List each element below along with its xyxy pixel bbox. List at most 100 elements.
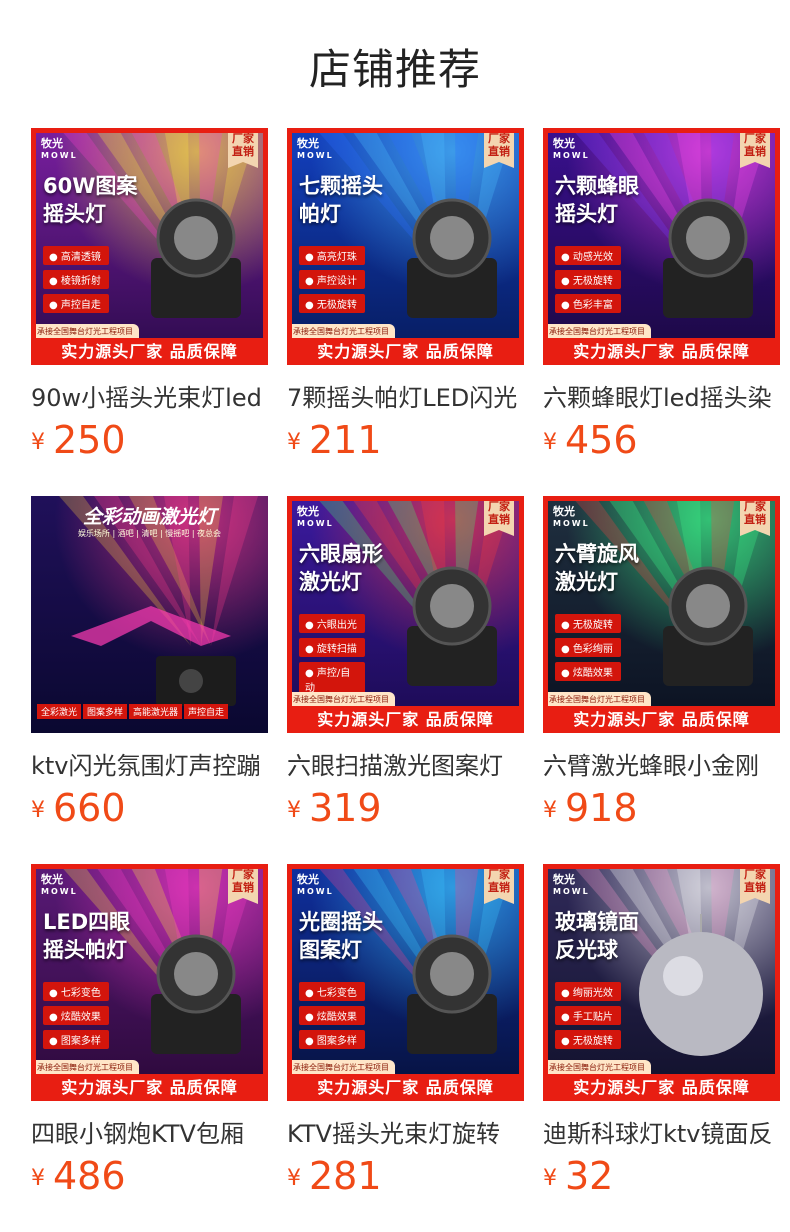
image-footer-bar: 实力源头厂家 品质保障 xyxy=(543,338,780,365)
currency-symbol: ¥ xyxy=(287,798,301,823)
brand-en: MOWL xyxy=(553,519,590,528)
brand-cn: 牧光 xyxy=(553,137,575,150)
product-image[interactable]: 牧光 MOWL 厂家 直销 六臂旋风 激光灯 ● 无极旋转 ● 色彩绚丽 ● 炫酷效果 承接全国舞… xyxy=(543,496,780,733)
feature-tag: ● 声控自走 xyxy=(43,294,109,313)
product-card[interactable]: 牧光 MOWL 厂家 直销 六眼扇形 激光灯 ● 六眼出光 ● 旋转扫描 ● 声控/自动 承接全国… xyxy=(287,496,524,830)
image-footer-note: 承接全国舞台灯光工程项目 xyxy=(543,324,651,338)
brand-logo: 牧光 MOWL xyxy=(553,138,590,162)
product-name[interactable]: 7颗摇头帕灯LED闪光 xyxy=(287,378,524,414)
product-name[interactable]: 迪斯科球灯ktv镜面反 xyxy=(543,1114,780,1150)
product-price: ¥281 xyxy=(287,1154,382,1198)
product-price: ¥250 xyxy=(31,418,126,462)
feature-tag: ● 炫酷效果 xyxy=(299,1006,365,1025)
price-value: 32 xyxy=(565,1154,614,1198)
image-footer-note: 承接全国舞台灯光工程项目 xyxy=(31,324,139,338)
brand-logo: 牧光 MOWL xyxy=(297,138,334,162)
product-card[interactable]: 牧光 MOWL 厂家 直销 玻璃镜面 反光球 ● 绚丽光效 ● 手工贴片 ● 无极旋转 承接全国舞… xyxy=(543,864,780,1198)
brand-logo: 牧光 MOWL xyxy=(297,874,334,898)
brand-en: MOWL xyxy=(297,887,334,896)
product-card[interactable]: 牧光 MOWL 厂家 直销 六颗蜂眼 摇头灯 ● 动感光效 ● 无极旋转 ● 色彩丰富 承接全国舞… xyxy=(543,128,780,462)
factory-direct-badge: 厂家 直销 xyxy=(228,864,258,904)
image-footer-note: 承接全国舞台灯光工程项目 xyxy=(287,324,395,338)
brand-en: MOWL xyxy=(297,151,334,160)
feature-tag: ● 图案多样 xyxy=(43,1030,109,1049)
product-name[interactable]: ktv闪光氛围灯声控蹦 xyxy=(31,746,268,782)
product-card[interactable]: 牧光 MOWL 厂家 直销 LED四眼 摇头帕灯 ● 七彩变色 ● 炫酷效果 ● 图案多样 承接全… xyxy=(31,864,268,1198)
product-name[interactable]: 四眼小钢炮KTV包厢 xyxy=(31,1114,268,1150)
feature-list: ● 无极旋转 ● 色彩绚丽 ● 炫酷效果 xyxy=(555,614,621,686)
feature-tag: ● 棱镜折射 xyxy=(43,270,109,289)
brand-en: MOWL xyxy=(41,887,78,896)
price-value: 660 xyxy=(53,786,126,830)
brand-logo: 牧光 MOWL xyxy=(297,506,334,530)
brand-en: MOWL xyxy=(41,151,78,160)
factory-direct-badge: 厂家 直销 xyxy=(740,128,770,168)
product-image[interactable]: 牧光 MOWL 厂家 直销 七颗摇头 帕灯 ● 高亮灯珠 ● 声控设计 ● 无极旋转 承接全国舞台… xyxy=(287,128,524,365)
factory-direct-badge: 厂家 直销 xyxy=(740,496,770,536)
brand-cn: 牧光 xyxy=(41,137,63,150)
product-name[interactable]: KTV摇头光束灯旋转 xyxy=(287,1114,524,1150)
price-value: 918 xyxy=(565,786,638,830)
feature-tag: ● 高亮灯珠 xyxy=(299,246,365,265)
feature-tag: ● 无极旋转 xyxy=(299,294,365,313)
product-name[interactable]: 六颗蜂眼灯led摇头染 xyxy=(543,378,780,414)
feature-list: ● 七彩变色 ● 炫酷效果 ● 图案多样 xyxy=(43,982,109,1054)
product-card[interactable]: 全彩动画激光灯 娱乐场所 | 酒吧 | 清吧 | 慢摇吧 | 夜总会 全彩激光 图案多… xyxy=(31,496,268,830)
image-headline: LED四眼 摇头帕灯 xyxy=(43,910,131,962)
product-name[interactable]: 六眼扫描激光图案灯 xyxy=(287,746,524,782)
product-image[interactable]: 牧光 MOWL 厂家 直销 60W图案 摇头灯 ● 高清透镜 ● 棱镜折射 ● 声控自走 承接全国… xyxy=(31,128,268,365)
image-headline: 七颗摇头 帕灯 xyxy=(299,174,383,226)
product-card[interactable]: 牧光 MOWL 厂家 直销 60W图案 摇头灯 ● 高清透镜 ● 棱镜折射 ● 声控自走 承接全国… xyxy=(31,128,268,462)
currency-symbol: ¥ xyxy=(31,1166,45,1191)
currency-symbol: ¥ xyxy=(287,430,301,455)
brand-cn: 牧光 xyxy=(297,137,319,150)
feature-list: ● 七彩变色 ● 炫酷效果 ● 图案多样 xyxy=(299,982,365,1054)
feature-tag: ● 动感光效 xyxy=(555,246,621,265)
product-card[interactable]: 牧光 MOWL 厂家 直销 六臂旋风 激光灯 ● 无极旋转 ● 色彩绚丽 ● 炫酷效果 承接全国舞… xyxy=(543,496,780,830)
factory-direct-badge: 厂家 直销 xyxy=(740,864,770,904)
feature-tag: ● 无极旋转 xyxy=(555,614,621,633)
product-price: ¥211 xyxy=(287,418,382,462)
product-name[interactable]: 90w小摇头光束灯led xyxy=(31,378,268,414)
feature-tag: 图案多样 xyxy=(83,704,128,719)
factory-direct-badge: 厂家 直销 xyxy=(484,864,514,904)
currency-symbol: ¥ xyxy=(543,1166,557,1191)
factory-direct-badge: 厂家 直销 xyxy=(484,496,514,536)
price-value: 486 xyxy=(53,1154,126,1198)
feature-tag: ● 色彩绚丽 xyxy=(555,638,621,657)
price-value: 281 xyxy=(309,1154,382,1198)
product-image[interactable]: 牧光 MOWL 厂家 直销 玻璃镜面 反光球 ● 绚丽光效 ● 手工贴片 ● 无极旋转 承接全国舞… xyxy=(543,864,780,1101)
product-price: ¥32 xyxy=(543,1154,613,1198)
product-image[interactable]: 牧光 MOWL 厂家 直销 光圈摇头 图案灯 ● 七彩变色 ● 炫酷效果 ● 图案多样 承接全国舞… xyxy=(287,864,524,1101)
image-footer-bar: 实力源头厂家 品质保障 xyxy=(287,1074,524,1101)
feature-tag: 声控自走 xyxy=(184,704,229,719)
product-price: ¥660 xyxy=(31,786,126,830)
currency-symbol: ¥ xyxy=(287,1166,301,1191)
currency-symbol: ¥ xyxy=(543,798,557,823)
feature-tag: ● 无极旋转 xyxy=(555,270,621,289)
product-name[interactable]: 六臂激光蜂眼小金刚 xyxy=(543,746,780,782)
product-image[interactable]: 牧光 MOWL 厂家 直销 六颗蜂眼 摇头灯 ● 动感光效 ● 无极旋转 ● 色彩丰富 承接全国舞… xyxy=(543,128,780,365)
image-footer-bar: 实力源头厂家 品质保障 xyxy=(543,706,780,733)
feature-tag: ● 炫酷效果 xyxy=(43,1006,109,1025)
price-value: 456 xyxy=(565,418,638,462)
feature-list: ● 高亮灯珠 ● 声控设计 ● 无极旋转 xyxy=(299,246,365,318)
product-card[interactable]: 牧光 MOWL 厂家 直销 光圈摇头 图案灯 ● 七彩变色 ● 炫酷效果 ● 图案多样 承接全国舞… xyxy=(287,864,524,1198)
image-headline: 60W图案 摇头灯 xyxy=(43,174,138,226)
image-footer-bar: 实力源头厂家 品质保障 xyxy=(287,706,524,733)
currency-symbol: ¥ xyxy=(31,798,45,823)
feature-tag: 全彩激光 xyxy=(37,704,82,719)
brand-cn: 牧光 xyxy=(553,505,575,518)
product-image[interactable]: 全彩动画激光灯 娱乐场所 | 酒吧 | 清吧 | 慢摇吧 | 夜总会 全彩激光 图案多… xyxy=(31,496,268,733)
product-image[interactable]: 牧光 MOWL 厂家 直销 LED四眼 摇头帕灯 ● 七彩变色 ● 炫酷效果 ● 图案多样 承接全… xyxy=(31,864,268,1101)
feature-tag: ● 手工贴片 xyxy=(555,1006,621,1025)
product-image[interactable]: 牧光 MOWL 厂家 直销 六眼扇形 激光灯 ● 六眼出光 ● 旋转扫描 ● 声控/自动 承接全国… xyxy=(287,496,524,733)
image-footer-note: 承接全国舞台灯光工程项目 xyxy=(543,692,651,706)
brand-cn: 牧光 xyxy=(297,873,319,886)
feature-tag: ● 色彩丰富 xyxy=(555,294,621,313)
brand-logo: 牧光 MOWL xyxy=(553,506,590,530)
product-card[interactable]: 牧光 MOWL 厂家 直销 七颗摇头 帕灯 ● 高亮灯珠 ● 声控设计 ● 无极旋转 承接全国舞台… xyxy=(287,128,524,462)
image-footer-bar: 实力源头厂家 品质保障 xyxy=(543,1074,780,1101)
brand-cn: 牧光 xyxy=(297,505,319,518)
image-footer-note: 承接全国舞台灯光工程项目 xyxy=(287,692,395,706)
